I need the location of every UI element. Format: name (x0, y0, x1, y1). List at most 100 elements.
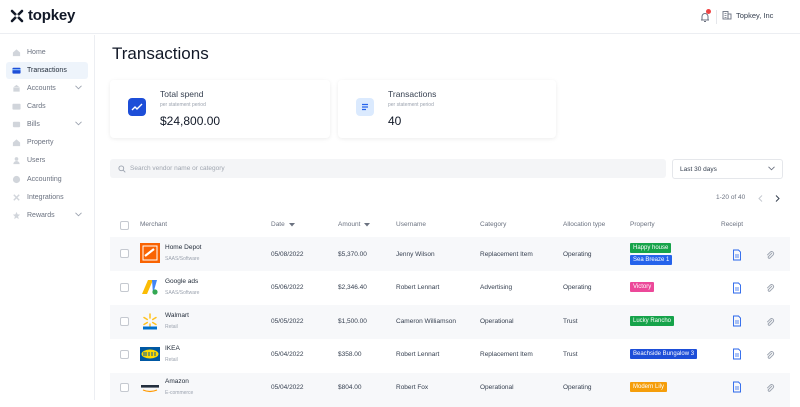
allocation-cell: Operating (563, 284, 592, 291)
receipt-icon[interactable] (731, 282, 743, 294)
sidebar-item-cards[interactable]: Cards (6, 98, 88, 115)
header-date[interactable]: Date (271, 221, 295, 228)
home-icon (12, 49, 21, 57)
attachment-icon[interactable] (765, 317, 775, 327)
pagination-info: 1-20 of 40 (716, 194, 746, 201)
chart-icon (128, 98, 146, 116)
card-subtitle: per statement period (160, 102, 206, 108)
merchant-name: Amazon (165, 378, 189, 385)
category-cell: Operational (480, 384, 514, 391)
merchant-category: E-commerce (165, 390, 194, 396)
select-all-checkbox[interactable] (120, 221, 129, 230)
date-cell: 05/08/2022 (271, 251, 304, 258)
search-icon (118, 164, 126, 173)
row-checkbox[interactable] (120, 249, 129, 258)
sidebar-item-home[interactable]: Home (6, 44, 88, 61)
attachment-icon[interactable] (765, 283, 775, 293)
sort-desc-icon (288, 222, 295, 226)
sidebar-item-accounts[interactable]: Accounts (6, 80, 88, 97)
building-icon (722, 11, 732, 20)
search-input[interactable] (130, 165, 530, 172)
org-switcher[interactable]: Topkey, Inc (722, 10, 773, 20)
card-icon (12, 67, 21, 74)
sidebar-item-transactions[interactable]: Transactions (6, 62, 88, 79)
sort-desc-icon (364, 222, 371, 226)
sidebar-item-label: Home (27, 49, 46, 56)
username-cell: Robert Lennart (396, 351, 440, 358)
card-value: 40 (388, 114, 402, 128)
google-ads-logo (142, 280, 158, 295)
chevron-down-icon (75, 121, 82, 126)
next-page-button[interactable] (772, 193, 782, 203)
property-badge[interactable]: Modern Lily (630, 382, 668, 392)
sidebar-item-accounting[interactable]: Accounting (6, 171, 88, 188)
header-amount[interactable]: Amount (338, 221, 371, 228)
header-property: Property (630, 221, 655, 228)
prev-page-button[interactable] (755, 193, 765, 203)
category-cell: Replacement Item (480, 351, 533, 358)
receipt-icon[interactable] (731, 315, 743, 327)
org-name: Topkey, Inc (736, 10, 774, 20)
attachment-icon[interactable] (765, 383, 775, 393)
bill-icon (12, 121, 21, 128)
table-row[interactable] (110, 237, 790, 271)
merchant-category: SAAS/Software (165, 290, 200, 296)
merchant-name: Walmart (165, 312, 189, 319)
merchant-category: SAAS/Software (165, 256, 200, 262)
card-title: Transactions (388, 89, 437, 99)
sidebar-item-label: Transactions (27, 67, 67, 74)
header-username: Username (396, 221, 426, 228)
property-badge[interactable]: Beachside Bungalow 3 (630, 349, 698, 359)
rewards-icon (12, 211, 21, 220)
app-name: topkey (28, 7, 76, 24)
header-merchant[interactable]: Merchant (140, 221, 167, 228)
merchant-category: Retail (165, 324, 178, 330)
allocation-cell: Trust (563, 351, 578, 358)
property-badge[interactable]: Lucky Rancho (630, 316, 675, 326)
card-title: Total spend (160, 89, 204, 99)
sidebar-item-property[interactable]: Property (6, 134, 88, 151)
logo[interactable]: topkey (10, 7, 75, 24)
row-checkbox[interactable] (120, 317, 129, 326)
date-range-value: Last 30 days (680, 165, 717, 173)
property-badge[interactable]: Victory (630, 282, 655, 292)
attachment-icon[interactable] (765, 250, 775, 260)
chevron-down-icon (75, 85, 82, 90)
table-row[interactable] (110, 373, 790, 407)
date-cell: 05/05/2022 (271, 318, 304, 325)
sidebar-item-label: Cards (27, 103, 46, 110)
property-badge[interactable]: Sea Breaze 1 (630, 255, 673, 265)
sidebar-item-bills[interactable]: Bills (6, 116, 88, 133)
merchant-name: Home Depot (165, 244, 202, 251)
notification-dot (706, 9, 711, 14)
receipt-icon[interactable] (731, 348, 743, 360)
allocation-cell: Operating (563, 251, 592, 258)
table-row[interactable] (110, 271, 790, 305)
summary-card-total-spend: Total spend per statement period $24,800… (110, 80, 330, 138)
date-cell: 05/04/2022 (271, 384, 304, 391)
row-checkbox[interactable] (120, 283, 129, 292)
receipt-icon[interactable] (731, 381, 743, 393)
amount-cell: $1,500.00 (338, 318, 367, 325)
summary-card-transactions: Transactions per statement period 40 (338, 80, 556, 138)
chevron-down-icon (768, 166, 775, 171)
chevron-down-icon (75, 212, 82, 217)
property-badge[interactable]: Happy house (630, 243, 672, 253)
receipt-icon[interactable] (731, 249, 743, 261)
sidebar-item-integrations[interactable]: Integrations (6, 189, 88, 206)
top-bar: topkey Topkey, Inc (0, 0, 800, 34)
chevron-right-icon (775, 194, 780, 202)
date-range-select[interactable]: Last 30 days (672, 159, 783, 179)
sidebar-item-users[interactable]: Users (6, 152, 88, 169)
sidebar-item-label: Accounts (27, 85, 56, 92)
row-checkbox[interactable] (120, 383, 129, 392)
sidebar-item-label: Accounting (27, 176, 62, 183)
row-checkbox[interactable] (120, 350, 129, 359)
amount-cell: $804.00 (338, 384, 362, 391)
walmart-logo (143, 313, 157, 330)
sidebar-item-rewards[interactable]: Rewards (6, 207, 88, 224)
attachment-icon[interactable] (765, 350, 775, 360)
sidebar-item-label: Users (27, 157, 46, 164)
sidebar-item-label: Rewards (27, 212, 55, 219)
merchant-name: Google ads (165, 278, 199, 285)
